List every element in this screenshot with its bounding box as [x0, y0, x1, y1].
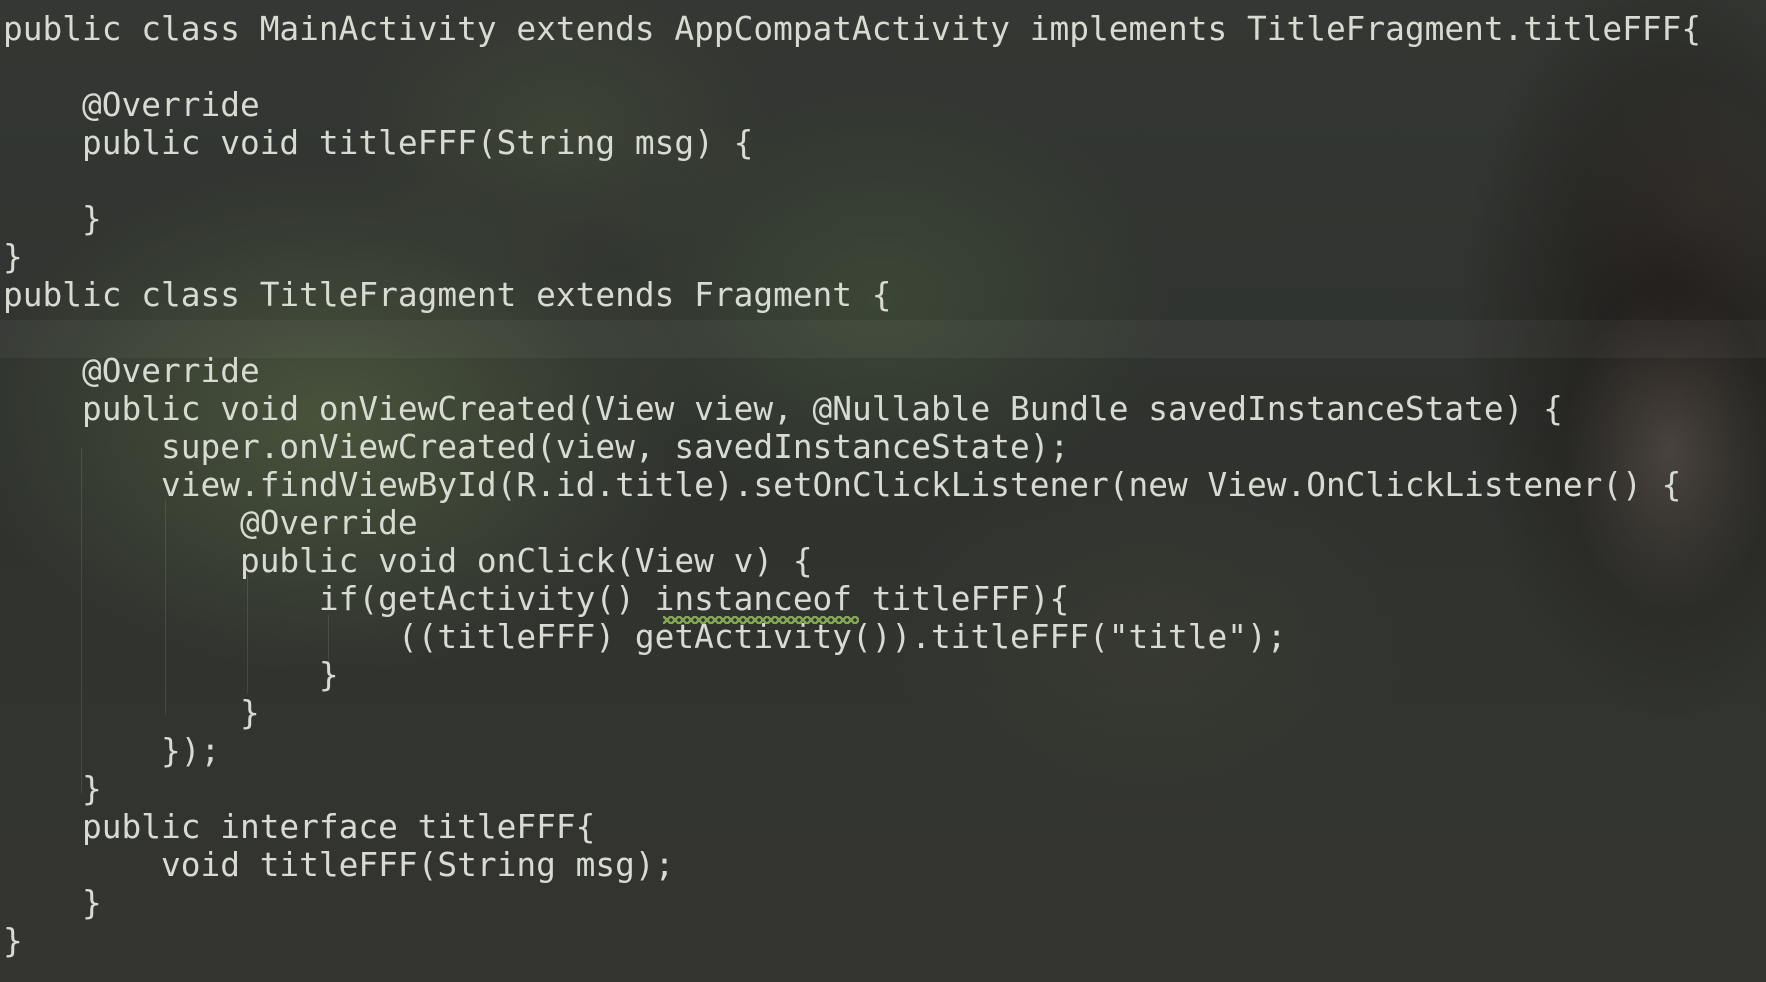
code-line: @Override: [3, 86, 260, 124]
code-line: @Override: [3, 504, 418, 542]
warning-squiggle-underline: [663, 616, 859, 624]
code-line: }: [3, 200, 102, 238]
code-line: @Override: [3, 352, 260, 390]
code-line: });: [3, 732, 221, 770]
code-line: public void onClick(View v) {: [3, 542, 813, 580]
code-line: }: [3, 656, 339, 694]
code-line: ((titleFFF) getActivity()).titleFFF("tit…: [3, 618, 1287, 656]
code-line: super.onViewCreated(view, savedInstanceS…: [3, 428, 1070, 466]
code-line: }: [3, 770, 102, 808]
code-editor[interactable]: public class MainActivity extends AppCom…: [0, 10, 1766, 970]
code-line: public void titleFFF(String msg) {: [3, 124, 754, 162]
code-line: if(getActivity() instanceof titleFFF){: [3, 580, 1070, 618]
code-line: public void onViewCreated(View view, @Nu…: [3, 390, 1563, 428]
code-line: public interface titleFFF{: [3, 808, 596, 846]
code-line: }: [3, 238, 23, 276]
code-line: public class MainActivity extends AppCom…: [3, 10, 1702, 48]
code-line: }: [3, 694, 260, 732]
code-line: }: [3, 922, 23, 960]
code-line: }: [3, 884, 102, 922]
code-line: public class TitleFragment extends Fragm…: [3, 276, 892, 314]
code-line: view.findViewById(R.id.title).setOnClick…: [3, 466, 1682, 504]
code-line: void titleFFF(String msg);: [3, 846, 675, 884]
